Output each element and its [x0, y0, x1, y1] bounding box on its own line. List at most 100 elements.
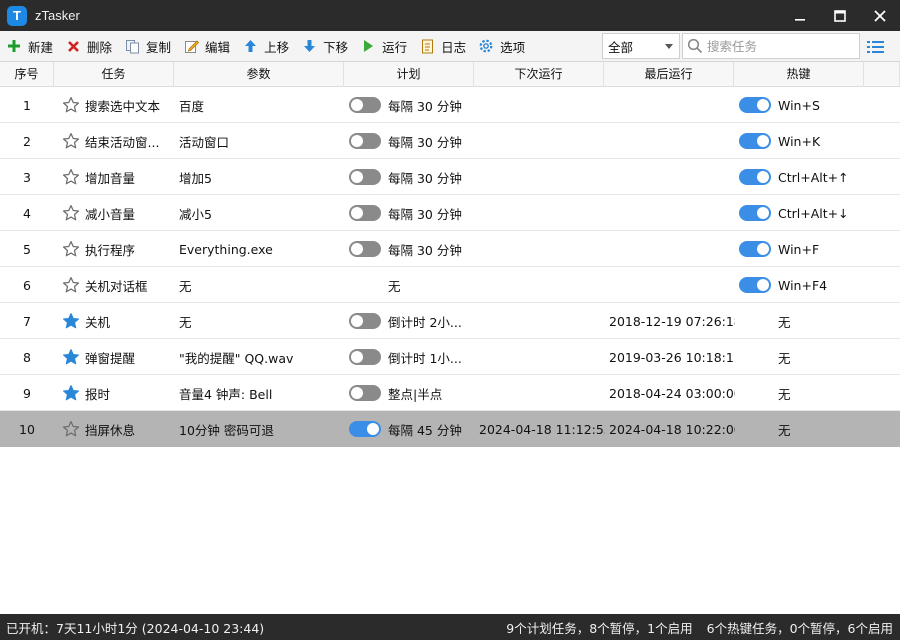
table-row[interactable]: 6 关机对话框 无 无 Win+F4 — [0, 267, 900, 303]
column-header-filler — [864, 62, 900, 87]
plan-text: 每隔 30 分钟 — [388, 242, 462, 258]
hotkey-toggle-switch[interactable] — [739, 169, 771, 185]
hotkey-cell: 无 — [739, 411, 889, 447]
maximize-icon — [834, 9, 846, 22]
options-button[interactable]: 选项 — [472, 33, 531, 59]
minimize-button[interactable] — [780, 0, 820, 31]
hotkey-toggle-switch[interactable] — [739, 97, 771, 113]
task-filter-select[interactable]: 全部 — [602, 33, 680, 59]
maximize-button[interactable] — [820, 0, 860, 31]
hotkey-text: 无 — [778, 350, 791, 366]
star-filled-icon[interactable] — [62, 384, 80, 402]
task-table-body: 1 搜索选中文本 百度 每隔 30 分钟 Win+S 2 结束活动窗... 活动窗口 每隔 30… — [0, 87, 900, 447]
task-name: 搜索选中文本 — [85, 98, 161, 114]
column-header-next-run[interactable]: 下次运行 — [474, 62, 604, 87]
log-button[interactable]: 日志 — [413, 33, 472, 59]
star-outline-icon[interactable] — [62, 276, 80, 294]
search-input[interactable] — [707, 38, 857, 54]
next-run: 2024-04-18 11:12:53 — [479, 421, 605, 437]
window-title: zTasker — [35, 8, 80, 23]
row-index: 2 — [23, 133, 31, 149]
column-header-last-run[interactable]: 最后运行 — [604, 62, 734, 87]
copy-task-button[interactable]: 复制 — [118, 33, 177, 59]
hotkey-toggle-switch[interactable] — [739, 277, 771, 293]
column-header-hotkey[interactable]: 热键 — [734, 62, 864, 87]
plan-cell: 每隔 45 分钟 — [349, 411, 473, 447]
plan-text: 每隔 30 分钟 — [388, 170, 462, 186]
last-run: 2024-04-18 10:22:00 — [609, 421, 735, 437]
delete-task-button[interactable]: 删除 — [59, 33, 118, 59]
table-row[interactable]: 5 执行程序 Everything.exe 每隔 30 分钟 Win+F — [0, 231, 900, 267]
row-index: 3 — [23, 169, 31, 185]
plan-toggle-switch[interactable] — [349, 133, 381, 149]
table-row[interactable]: 2 结束活动窗... 活动窗口 每隔 30 分钟 Win+K — [0, 123, 900, 159]
column-header-param[interactable]: 参数 — [174, 62, 344, 87]
new-task-button[interactable]: 新建 — [0, 33, 59, 59]
app-logo-icon: T — [7, 5, 27, 26]
star-outline-icon[interactable] — [62, 240, 80, 258]
task-name-cell: 增加音量 — [62, 159, 172, 195]
hotkey-cell: Ctrl+Alt+↑ — [739, 159, 889, 195]
star-outline-icon[interactable] — [62, 204, 80, 222]
hotkey-toggle-switch[interactable] — [739, 241, 771, 257]
plan-text: 每隔 30 分钟 — [388, 134, 462, 150]
table-row[interactable]: 1 搜索选中文本 百度 每隔 30 分钟 Win+S — [0, 87, 900, 123]
table-row[interactable]: 3 增加音量 增加5 每隔 30 分钟 Ctrl+Alt+↑ — [0, 159, 900, 195]
column-header-idx[interactable]: 序号 — [0, 62, 54, 87]
hotkey-toggle-switch[interactable] — [739, 133, 771, 149]
column-header-plan[interactable]: 计划 — [344, 62, 474, 87]
hotkey-toggle-switch[interactable] — [739, 205, 771, 221]
plan-toggle-switch[interactable] — [349, 205, 381, 221]
table-row[interactable]: 9 报时 音量4 钟声: Bell 整点|半点 2018-04-24 03:00:00 无 — [0, 375, 900, 411]
plan-cell: 每隔 30 分钟 — [349, 87, 473, 123]
plan-toggle-switch[interactable] — [349, 421, 381, 437]
row-index: 10 — [19, 421, 35, 437]
window-controls — [780, 0, 900, 31]
task-param: 音量4 钟声: Bell — [179, 386, 273, 402]
hotkey-cell: 无 — [739, 303, 889, 339]
star-filled-icon[interactable] — [62, 348, 80, 366]
close-button[interactable] — [860, 0, 900, 31]
plan-toggle-switch[interactable] — [349, 349, 381, 365]
hotkey-text: 无 — [778, 314, 791, 330]
plan-cell: 每隔 30 分钟 — [349, 123, 473, 159]
table-row[interactable]: 8 弹窗提醒 "我的提醒" QQ.wav 倒计时 1小... 2019-03-26 10… — [0, 339, 900, 375]
hotkey-text: Win+F4 — [778, 277, 828, 293]
star-outline-icon[interactable] — [62, 132, 80, 150]
move-up-button[interactable]: 上移 — [236, 33, 295, 59]
task-name-cell: 报时 — [62, 375, 172, 411]
move-down-button[interactable]: 下移 — [295, 33, 354, 59]
star-outline-icon[interactable] — [62, 96, 80, 114]
task-name: 挡屏休息 — [85, 422, 136, 438]
run-task-button[interactable]: 运行 — [354, 33, 413, 59]
plan-text: 倒计时 1小... — [388, 350, 462, 366]
run-task-label: 运行 — [382, 39, 408, 55]
hotkey-text: Win+S — [778, 97, 820, 113]
hotkey-text: 无 — [778, 386, 791, 402]
plan-toggle-switch[interactable] — [349, 313, 381, 329]
last-run — [609, 195, 735, 231]
row-index: 8 — [23, 349, 31, 365]
plan-toggle-switch[interactable] — [349, 241, 381, 257]
task-name-cell: 弹窗提醒 — [62, 339, 172, 375]
hotkey-cell: 无 — [739, 339, 889, 375]
table-row[interactable]: 10 挡屏休息 10分钟 密码可退 每隔 45 分钟 2024-04-18 11:12:… — [0, 411, 900, 447]
task-name-cell: 关机 — [62, 303, 172, 339]
table-row[interactable]: 4 减小音量 减小5 每隔 30 分钟 Ctrl+Alt+↓ — [0, 195, 900, 231]
column-header-task[interactable]: 任务 — [54, 62, 174, 87]
plan-cell: 每隔 30 分钟 — [349, 195, 473, 231]
star-outline-icon[interactable] — [62, 168, 80, 186]
plan-cell: 每隔 30 分钟 — [349, 231, 473, 267]
plan-toggle-switch[interactable] — [349, 385, 381, 401]
star-filled-icon[interactable] — [62, 312, 80, 330]
view-menu-button[interactable] — [866, 38, 886, 56]
edit-pencil-icon — [183, 38, 199, 54]
task-name: 减小音量 — [85, 206, 136, 222]
table-row[interactable]: 7 关机 无 倒计时 2小... 2018-12-19 07:26:18 无 — [0, 303, 900, 339]
minimize-icon — [795, 18, 805, 21]
plan-toggle-switch[interactable] — [349, 97, 381, 113]
edit-task-button[interactable]: 编辑 — [177, 33, 236, 59]
plan-toggle-switch[interactable] — [349, 169, 381, 185]
task-param: 无 — [179, 314, 192, 330]
star-outline-icon[interactable] — [62, 420, 80, 438]
